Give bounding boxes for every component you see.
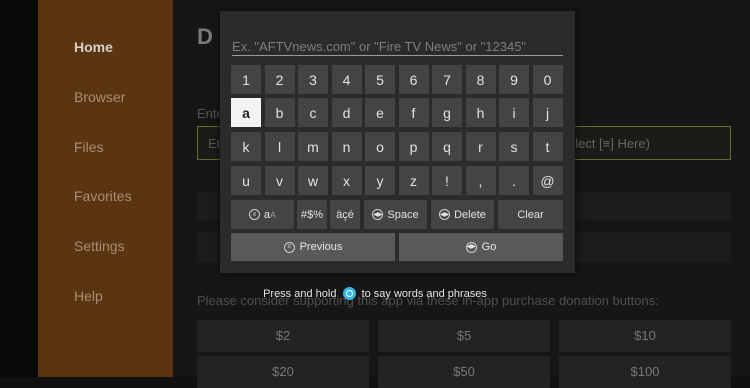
donate-button-20[interactable]: $20 [197,356,369,388]
key-3[interactable]: 3 [298,65,328,94]
key-w[interactable]: w [298,166,328,195]
key-k[interactable]: k [231,132,261,161]
key-x[interactable]: x [331,166,362,195]
key-7[interactable]: 7 [432,65,462,94]
menu-button-icon: ≡ [248,209,260,220]
key-e[interactable]: e [365,98,395,127]
sidebar: Home Browser Files Favorites Settings He… [38,0,173,377]
key-2[interactable]: 2 [264,65,295,94]
key-v[interactable]: v [264,166,295,195]
key-q[interactable]: q [432,132,462,161]
clear-key[interactable]: Clear [498,200,563,229]
microphone-icon [342,287,356,300]
key-c[interactable]: c [298,98,328,127]
key-u[interactable]: u [231,166,261,195]
space-key[interactable]: ◀▶ Space [364,200,427,229]
voice-hint: Press and hold to say words and phrases [0,287,750,300]
key-0[interactable]: 0 [532,65,563,94]
sidebar-item-browser[interactable]: Browser [74,89,125,105]
donate-button-2[interactable]: $2 [197,320,369,352]
play-pause-button-icon: ◀▶ [465,241,477,253]
key-8[interactable]: 8 [465,65,496,94]
menu-button-icon: ≡ [283,241,295,253]
donate-button-5[interactable]: $5 [378,320,550,352]
app-logo: D [197,24,213,49]
key-1[interactable]: 1 [231,65,261,94]
key-o[interactable]: o [365,132,395,161]
key-t[interactable]: t [532,132,563,161]
key-f[interactable]: f [398,98,429,127]
key-i[interactable]: i [499,98,529,127]
key-4[interactable]: 4 [331,65,362,94]
key-d[interactable]: d [331,98,362,127]
key-h[interactable]: h [465,98,496,127]
key-p[interactable]: p [398,132,429,161]
rewind-button-icon: ◀▶ [439,209,451,220]
key-z[interactable]: z [398,166,429,195]
go-label: Go [481,241,497,253]
delete-key-label: Delete [454,208,486,221]
key-a[interactable]: a [231,98,261,127]
rewind-button-icon: ◀▶ [372,209,384,220]
voice-hint-before: Press and hold [263,288,337,300]
key-r[interactable]: r [465,132,496,161]
case-toggle-suffix: A [270,209,277,220]
sidebar-item-files[interactable]: Files [74,139,104,155]
key-n[interactable]: n [331,132,362,161]
previous-button[interactable]: ≡ Previous [231,233,395,261]
symbols-key[interactable]: #$% [297,200,327,229]
voice-hint-after: to say words and phrases [361,288,487,300]
donate-button-50[interactable]: $50 [378,356,550,388]
key-l[interactable]: l [264,132,295,161]
url-field-text-right: lect [≡] Here) [575,136,650,151]
key-![interactable]: ! [432,166,462,195]
key-g[interactable]: g [432,98,462,127]
previous-label: Previous [299,241,343,253]
go-button[interactable]: ◀▶ Go [399,233,563,261]
key-,[interactable]: , [465,166,496,195]
key-y[interactable]: y [365,166,395,195]
key-5[interactable]: 5 [365,65,395,94]
key-s[interactable]: s [499,132,529,161]
donate-button-10[interactable]: $10 [559,320,731,352]
key-9[interactable]: 9 [499,65,529,94]
accents-key[interactable]: äçé [330,200,360,229]
key-.[interactable]: . [499,166,529,195]
key-m[interactable]: m [298,132,328,161]
key-@[interactable]: @ [532,166,563,195]
onscreen-keyboard: 1234567890 abcdefghij klmnopqrst uvwxyz!,.@… [220,11,575,273]
left-edge [0,0,38,377]
key-b[interactable]: b [264,98,295,127]
case-toggle-key[interactable]: ≡ aA [231,200,294,229]
space-key-label: Space [387,208,419,221]
search-input[interactable] [232,37,563,56]
donate-button-100[interactable]: $100 [559,356,731,388]
delete-key[interactable]: ◀▶ Delete [431,200,494,229]
key-j[interactable]: j [532,98,563,127]
sidebar-item-home[interactable]: Home [74,39,113,55]
sidebar-item-favorites[interactable]: Favorites [74,188,132,204]
url-field-text-left: Et [208,136,221,151]
key-6[interactable]: 6 [398,65,429,94]
sidebar-item-settings[interactable]: Settings [74,238,125,254]
